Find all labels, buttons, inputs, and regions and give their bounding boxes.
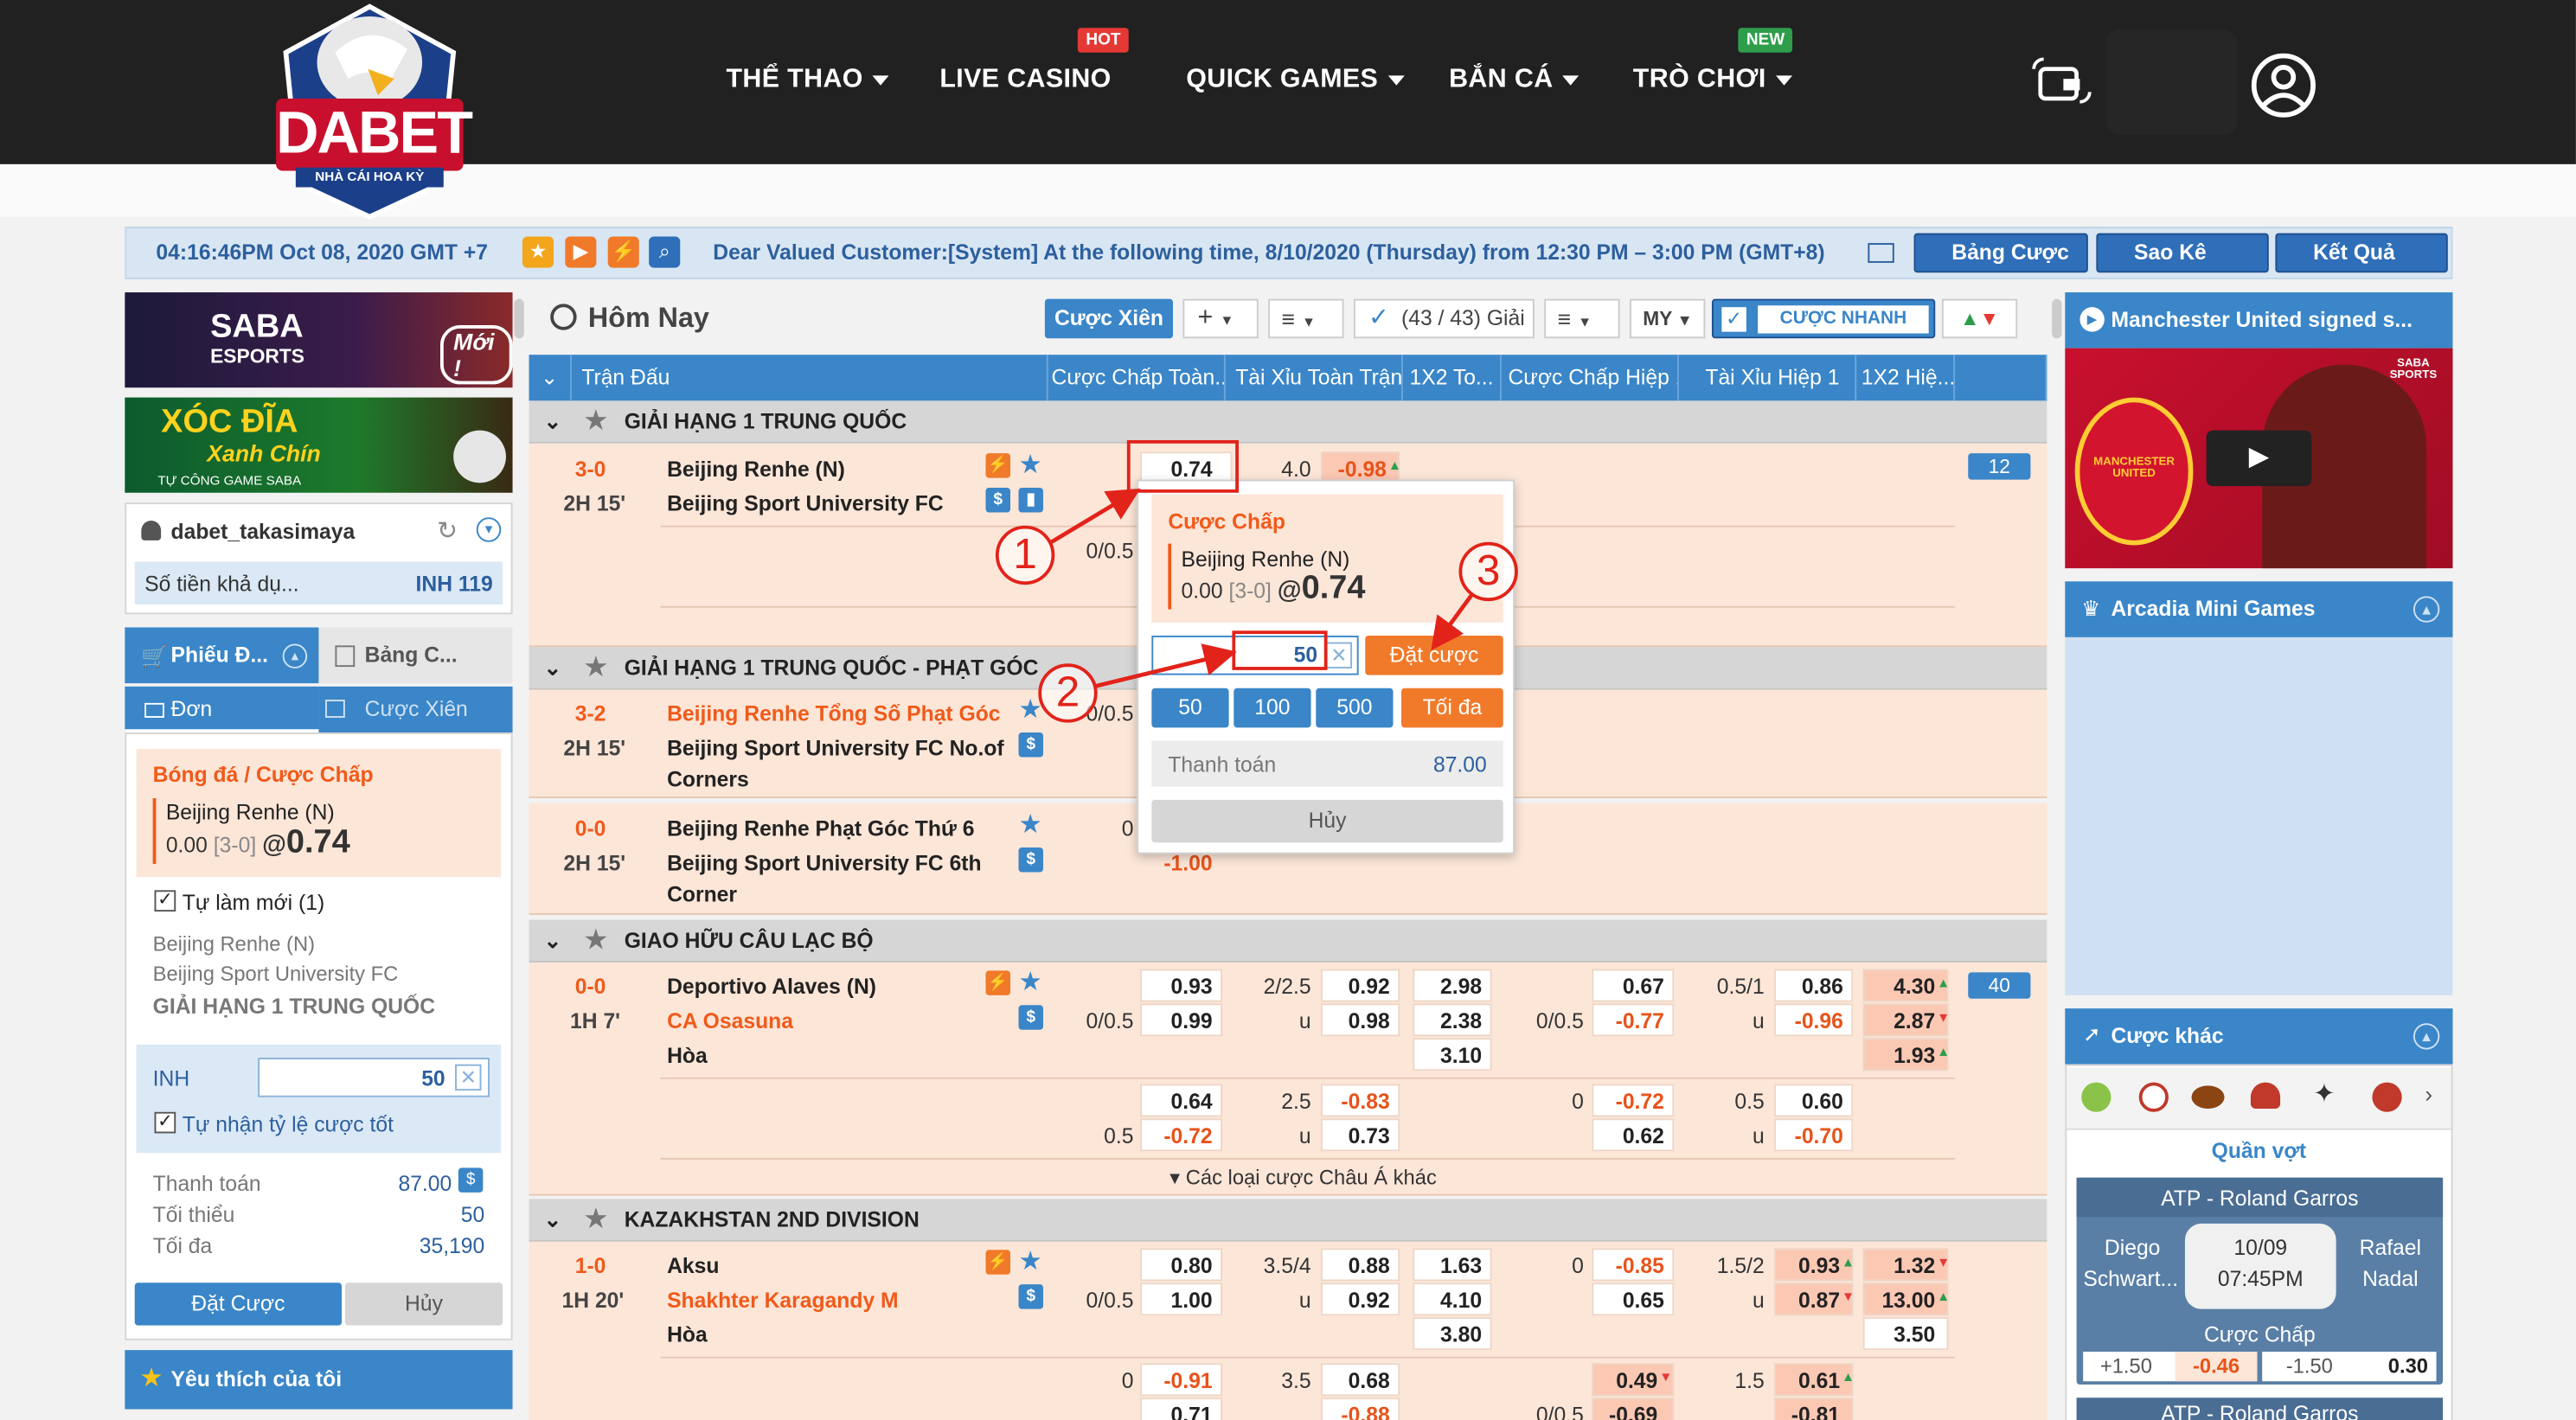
handicap-home: +1.50	[2099, 1354, 2152, 1378]
mini-games-label: Arcadia Mini Games	[2111, 596, 2316, 621]
match-clock: 07:45PM	[2217, 1266, 2304, 1291]
mini-games-header[interactable]: Arcadia Mini Games ▴	[2065, 581, 2453, 637]
video-play-button[interactable]: ▶	[2206, 430, 2312, 487]
rocket-icon: ➚	[2083, 1021, 2101, 1046]
player1-first: Diego	[2104, 1235, 2161, 1260]
tennis-ball-icon[interactable]	[2081, 1082, 2111, 1112]
kick-icon[interactable]: ✦	[2313, 1078, 2335, 1110]
collapse-icon[interactable]: ▴	[2413, 596, 2440, 623]
other-bets-label: Cược khác	[2111, 1023, 2224, 1048]
odds-home[interactable]: -0.46	[2175, 1352, 2258, 1382]
cricket-ball-icon[interactable]	[2372, 1082, 2402, 1112]
player1-last: Schwart...	[2083, 1266, 2179, 1291]
video-player[interactable]: MANCHESTER UNITED SABA SPORTS ▶	[2065, 348, 2453, 569]
mini-games-body	[2065, 636, 2453, 995]
tennis-card[interactable]: ATP - Roland Garros Diego Schwart... 10/…	[2076, 1177, 2444, 1385]
american-football-icon[interactable]	[2191, 1085, 2225, 1109]
sport-tabs: ✦ ›	[2067, 1067, 2451, 1130]
arrow-2	[1093, 643, 1237, 689]
baseball-icon[interactable]	[2138, 1082, 2169, 1112]
chevron-right-icon[interactable]: ›	[2425, 1081, 2432, 1107]
play-circle-icon: ▶	[2079, 307, 2105, 332]
video-brand: SABA SPORTS	[2389, 358, 2438, 381]
handicap-away: -1.50	[2285, 1354, 2333, 1378]
collapse-icon[interactable]: ▴	[2413, 1023, 2440, 1050]
tennis-card-next[interactable]: ATP - Roland Garros	[2076, 1398, 2444, 1420]
crest-text: MANCHESTER UNITED	[2093, 456, 2175, 480]
sport-label: Quần vợt	[2211, 1138, 2307, 1163]
event-name: ATP - Roland Garros	[2161, 1401, 2359, 1420]
video-title: Manchester United signed s...	[2111, 307, 2413, 332]
arrow-3	[1431, 593, 1474, 651]
video-header[interactable]: Manchester United signed s...	[2065, 292, 2453, 349]
match-date: 10/09	[2233, 1235, 2288, 1260]
market-label: Cược Chấp	[2203, 1321, 2316, 1347]
player2-last: Nadal	[2362, 1266, 2419, 1291]
helmet-icon[interactable]	[2250, 1082, 2281, 1109]
arrow-1	[1050, 488, 1141, 544]
odds-away[interactable]: 0.30	[2353, 1355, 2428, 1378]
player2-first: Rafael	[2359, 1235, 2422, 1260]
event-name: ATP - Roland Garros	[2161, 1186, 2359, 1211]
crown-icon: ♛	[2081, 596, 2101, 621]
other-bets-header[interactable]: Cược khác ▴	[2065, 1008, 2453, 1065]
